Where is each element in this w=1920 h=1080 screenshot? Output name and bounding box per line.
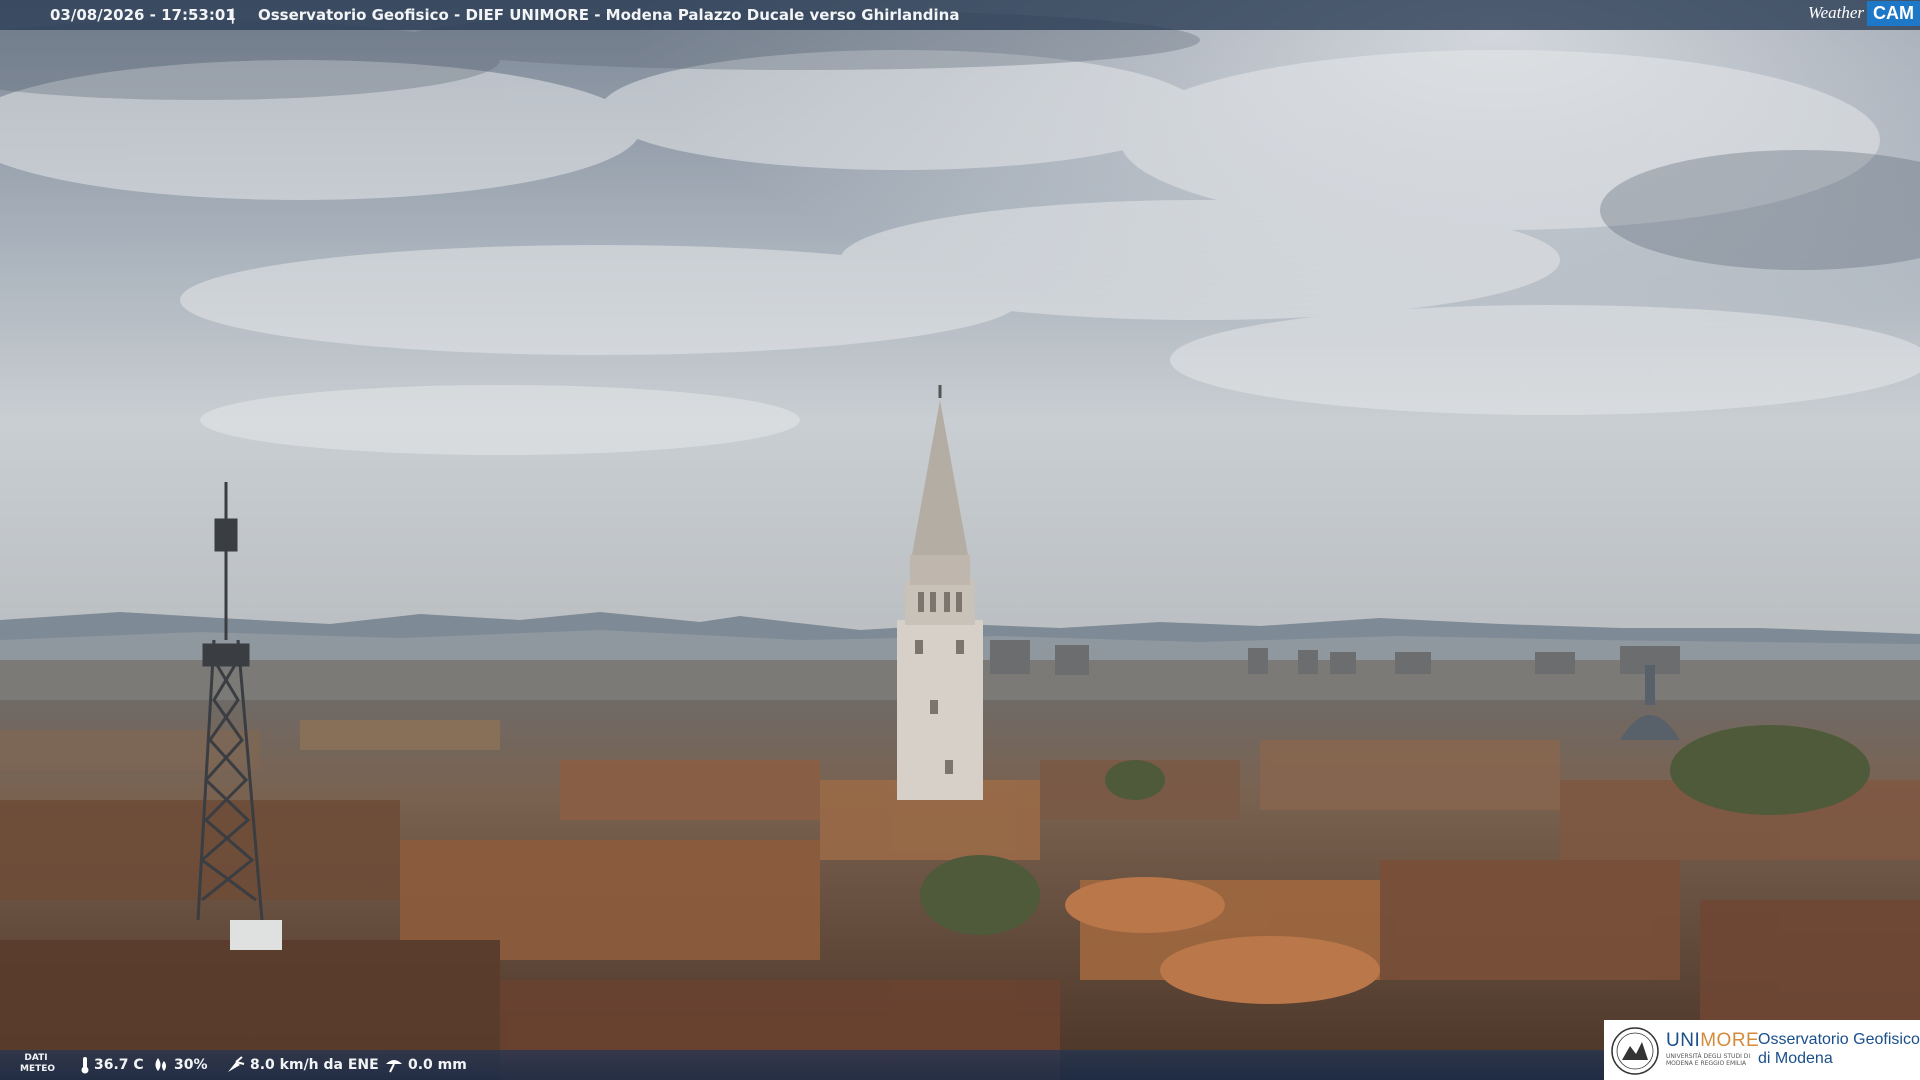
weathercam-cam: CAM [1867, 0, 1920, 26]
header-bar: 03/08/2026 - 17:53:01 | Osservatorio Geo… [0, 0, 1920, 30]
temperature-value: 36.7 C [94, 1057, 144, 1073]
observatory-name: Osservatorio Geofisico di Modena [1758, 1031, 1920, 1067]
header-separator: | [230, 6, 236, 24]
rain-value: 0.0 mm [408, 1057, 467, 1073]
temperature-reading: 36.7 C [80, 1056, 144, 1074]
wind-reading: 8.0 km/h da ENE [226, 1056, 379, 1074]
weathercam-logo[interactable]: Weather CAM [1805, 0, 1920, 26]
wind-value: 8.0 km/h da ENE [250, 1057, 379, 1073]
unimore-wordmark: UNIMORE [1666, 1030, 1760, 1051]
wind-icon [228, 1056, 245, 1072]
rain-gauge-icon [386, 1060, 402, 1073]
humidity-value: 30% [174, 1057, 208, 1073]
rain-reading: 0.0 mm [384, 1056, 467, 1074]
datetime: 03/08/2026 - 17:53:01 [50, 6, 236, 24]
webcam-scene [0, 0, 1920, 1080]
thermometer-icon [81, 1057, 89, 1074]
humidity-reading: 30% [152, 1056, 208, 1074]
mast-cabinet [230, 920, 282, 950]
unimore-subtitle: UNIVERSITÀ DEGLI STUDI DI MODENA E REGGI… [1666, 1053, 1751, 1067]
weathercam-weather: Weather [1807, 3, 1864, 22]
university-seal-icon [1611, 1027, 1659, 1075]
unimore-logo[interactable]: UNIMORE UNIVERSITÀ DEGLI STUDI DI MODENA… [1604, 1020, 1920, 1080]
meteo-label: DATI METEO [20, 1053, 56, 1074]
humidity-icon [155, 1058, 166, 1071]
camera-title: Osservatorio Geofisico - DIEF UNIMORE - … [258, 6, 960, 24]
